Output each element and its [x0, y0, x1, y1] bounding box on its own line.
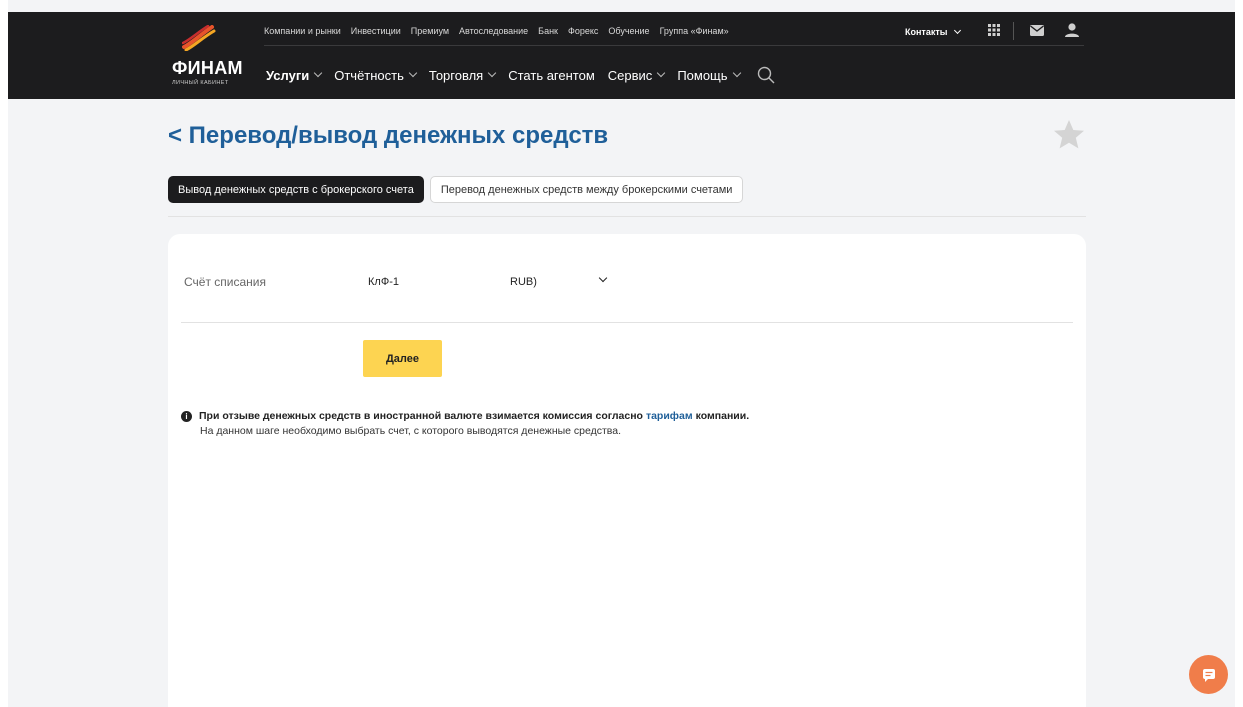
main-nav: Услуги Отчётность Торговля Стать агентом…	[266, 66, 775, 84]
page-title[interactable]: < Перевод/вывод денежных средств	[168, 122, 608, 150]
nav-item-label: Отчётность	[334, 67, 404, 83]
tab-transfer[interactable]: Перевод денежных средств между брокерски…	[429, 176, 744, 203]
chevron-down-icon	[487, 68, 497, 78]
star-icon[interactable]	[1052, 118, 1086, 152]
top-nav-item[interactable]: Банк	[538, 26, 558, 36]
mail-icon[interactable]	[1028, 22, 1046, 38]
chat-icon	[1202, 668, 1215, 682]
account-select[interactable]: КлФ-1 RUB)	[360, 270, 620, 294]
left-edge	[0, 0, 8, 707]
form-divider	[181, 322, 1073, 323]
logo-text[interactable]: ФИНАМ	[172, 58, 243, 79]
chevron-down-icon	[313, 68, 323, 78]
top-nav-item[interactable]: Группа «Финам»	[660, 26, 729, 36]
account-label: Счёт списания	[184, 275, 266, 289]
finam-logo-icon[interactable]	[182, 25, 216, 51]
header-divider	[264, 45, 1084, 46]
right-edge	[1235, 0, 1243, 707]
top-nav: Компании и рынки Инвестиции Премиум Авто…	[264, 26, 739, 36]
nav-item-become-agent[interactable]: Стать агентом	[508, 68, 595, 83]
tab-withdraw[interactable]: Вывод денежных средств с брокерского сче…	[168, 176, 424, 203]
nav-item-service[interactable]: Сервис	[607, 67, 666, 83]
next-button[interactable]: Далее	[363, 340, 442, 377]
tab-bar: Вывод денежных средств с брокерского сче…	[168, 176, 744, 203]
top-nav-item[interactable]: Обучение	[608, 26, 649, 36]
currency-value: RUB)	[510, 276, 537, 288]
contacts-dropdown[interactable]: Контакты	[905, 26, 962, 37]
chevron-down-icon	[657, 68, 666, 78]
commission-notice: i При отзыве денежных средств в иностран…	[181, 410, 749, 437]
chevron-down-icon	[408, 68, 418, 78]
top-nav-item[interactable]: Инвестиции	[351, 26, 401, 36]
top-nav-item[interactable]: Автоследование	[459, 26, 528, 36]
nav-item-help[interactable]: Помощь	[677, 67, 741, 83]
form-card: Счёт списания КлФ-1 RUB) Далее i При отз…	[168, 234, 1086, 707]
chat-button[interactable]	[1189, 655, 1228, 694]
nav-item-trading[interactable]: Торговля	[428, 67, 497, 83]
search-icon[interactable]	[757, 66, 775, 84]
header-separator	[1013, 22, 1014, 40]
chevron-down-icon	[598, 273, 608, 283]
chevron-down-icon	[953, 26, 962, 35]
info-icon: i	[181, 410, 192, 422]
tariffs-link[interactable]: тарифам	[646, 410, 693, 422]
nav-item-label: Стать агентом	[508, 67, 595, 83]
nav-item-label: Услуги	[266, 67, 310, 83]
section-divider	[168, 216, 1086, 217]
notice-bold-text: При отзыве денежных средств в иностранно…	[199, 410, 643, 422]
nav-item-reports[interactable]: Отчётность	[334, 67, 418, 83]
notice-bold-tail: компании.	[695, 410, 750, 422]
notice-info-text: На данном шаге необходимо выбрать счет, …	[200, 425, 622, 437]
top-nav-item[interactable]: Форекс	[568, 26, 598, 36]
top-nav-item[interactable]: Компании и рынки	[264, 26, 341, 36]
chevron-down-icon	[732, 68, 741, 78]
nav-item-services[interactable]: Услуги	[266, 67, 323, 83]
user-icon[interactable]	[1063, 22, 1081, 38]
apps-grid-icon[interactable]	[985, 22, 1003, 38]
nav-item-label: Торговля	[428, 67, 484, 83]
top-nav-item[interactable]: Премиум	[411, 26, 449, 36]
notice-line: i При отзыве денежных средств в иностран…	[181, 410, 749, 422]
logo-subtitle: ЛИЧНЫЙ КАБИНЕТ	[172, 80, 229, 86]
nav-item-label: Помощь	[677, 67, 728, 83]
account-value: КлФ-1	[368, 276, 399, 288]
nav-item-label: Сервис	[607, 67, 653, 83]
contacts-label: Контакты	[905, 27, 948, 37]
